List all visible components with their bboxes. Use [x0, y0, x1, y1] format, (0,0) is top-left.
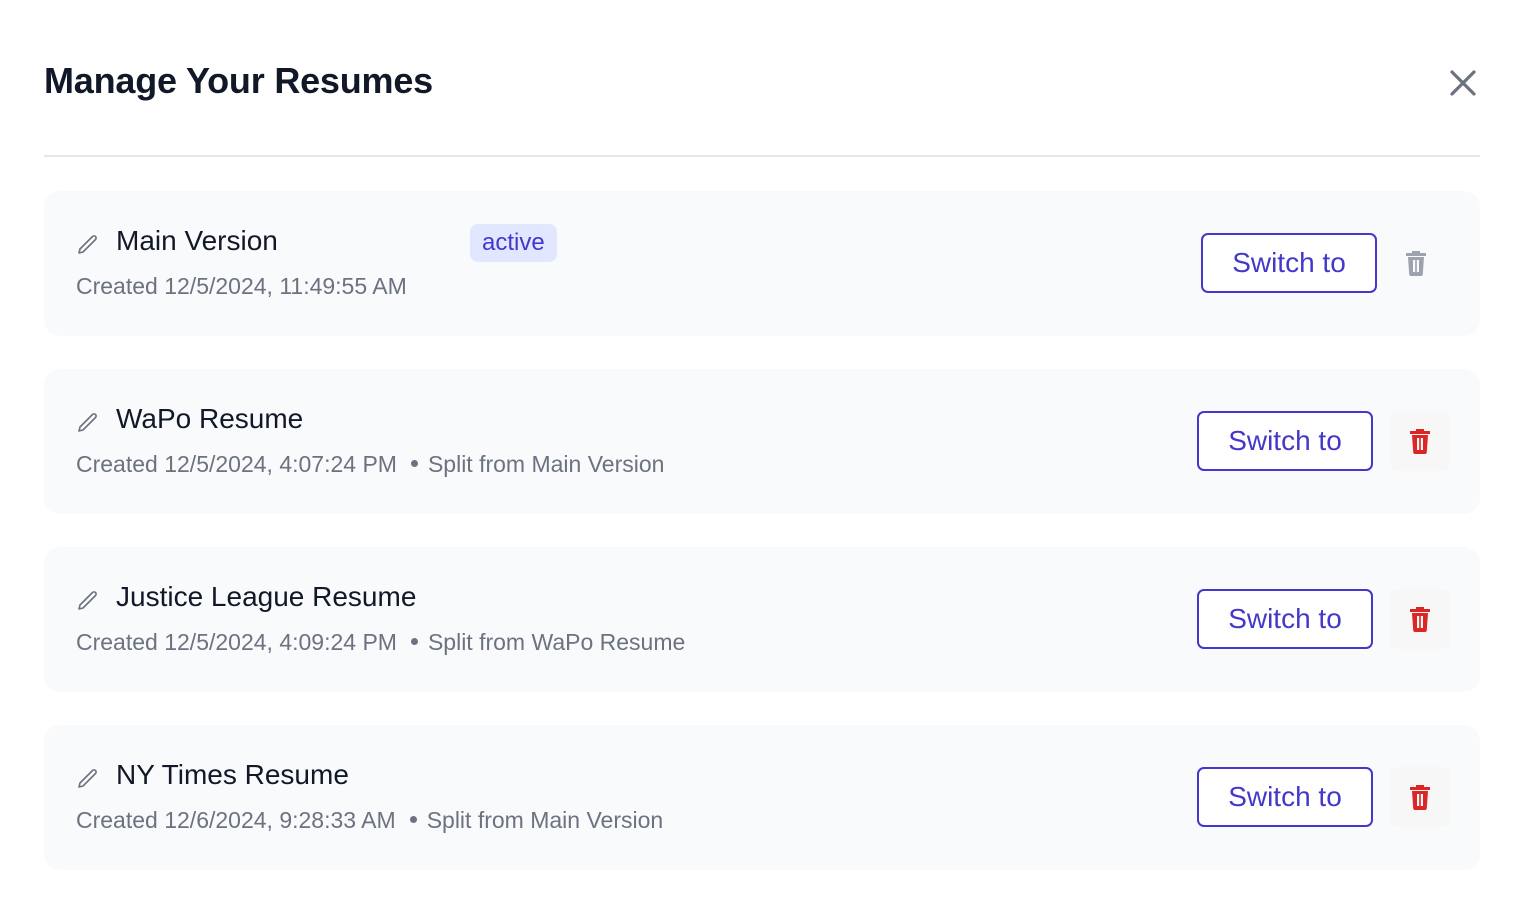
- switch-to-button[interactable]: Switch to: [1197, 589, 1373, 649]
- created-date: Created 12/5/2024, 11:49:55 AM: [76, 273, 407, 299]
- created-date: Created 12/6/2024, 9:28:33 AM: [76, 807, 396, 833]
- rename-button[interactable]: [72, 407, 104, 439]
- rename-button[interactable]: [72, 763, 104, 795]
- pencil-icon: [78, 591, 97, 610]
- delete-button-disabled[interactable]: [1386, 233, 1446, 293]
- resume-meta: Created 12/5/2024, 11:49:55 AM: [76, 273, 407, 300]
- resume-card: WaPo Resume Created 12/5/2024, 4:07:24 P…: [44, 369, 1480, 514]
- resume-name: Main Version: [116, 225, 278, 256]
- split-from-text: Split from Main Version: [426, 807, 664, 833]
- split-info: Split from Main Version: [410, 451, 665, 477]
- close-icon: [1450, 70, 1476, 96]
- switch-to-button[interactable]: Switch to: [1197, 767, 1373, 827]
- trash-icon: [1410, 429, 1430, 454]
- created-date: Created 12/5/2024, 4:09:24 PM: [76, 629, 397, 655]
- trash-icon: [1410, 785, 1430, 810]
- created-date: Created 12/5/2024, 4:07:24 PM: [76, 451, 397, 477]
- resume-card: Justice League Resume Created 12/5/2024,…: [44, 547, 1480, 692]
- split-info: Split from Main Version: [409, 807, 664, 833]
- rename-button[interactable]: [72, 229, 104, 261]
- resume-list: Main Version active Created 12/5/2024, 1…: [44, 191, 1480, 903]
- resume-name: Justice League Resume: [116, 581, 417, 612]
- resume-meta: Created 12/5/2024, 4:09:24 PM Split from …: [76, 629, 685, 656]
- switch-to-button[interactable]: Switch to: [1197, 411, 1373, 471]
- bullet-dot: [409, 816, 417, 824]
- delete-button[interactable]: [1390, 589, 1450, 649]
- split-from-text: Split from WaPo Resume: [427, 629, 686, 655]
- active-badge: active: [470, 224, 557, 262]
- pencil-icon: [78, 235, 97, 254]
- rename-button[interactable]: [72, 585, 104, 617]
- resume-name: NY Times Resume: [116, 759, 349, 790]
- bullet-dot: [410, 460, 418, 468]
- switch-to-button[interactable]: Switch to: [1201, 233, 1377, 293]
- dialog-title: Manage Your Resumes: [44, 60, 434, 101]
- trash-icon: [1406, 251, 1426, 276]
- resume-meta: Created 12/5/2024, 4:07:24 PM Split from …: [76, 451, 664, 478]
- resume-meta: Created 12/6/2024, 9:28:33 AM Split from …: [76, 807, 663, 834]
- pencil-icon: [78, 413, 97, 432]
- delete-button[interactable]: [1390, 411, 1450, 471]
- split-info: Split from WaPo Resume: [410, 629, 686, 655]
- resume-name: WaPo Resume: [116, 403, 304, 434]
- split-from-text: Split from Main Version: [427, 451, 665, 477]
- delete-button[interactable]: [1390, 767, 1450, 827]
- resume-card: NY Times Resume Created 12/6/2024, 9:28:…: [44, 725, 1480, 870]
- close-button[interactable]: [1446, 66, 1480, 100]
- bullet-dot: [410, 638, 418, 646]
- dialog-header: Manage Your Resumes: [44, 0, 1480, 157]
- pencil-icon: [78, 769, 97, 788]
- trash-icon: [1410, 607, 1430, 632]
- resume-card: Main Version active Created 12/5/2024, 1…: [44, 191, 1480, 336]
